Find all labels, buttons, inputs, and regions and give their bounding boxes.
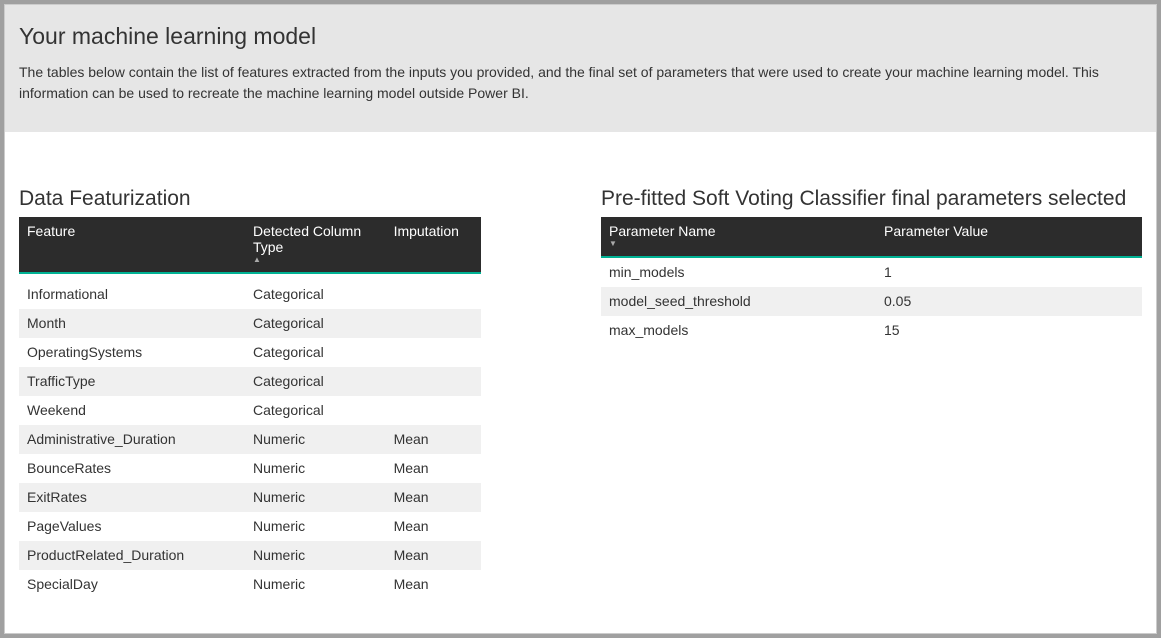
- table-row[interactable]: max_models15: [601, 316, 1142, 345]
- parameters-header-name[interactable]: Parameter Name ▼: [601, 217, 876, 257]
- cell-imputation: Mean: [386, 483, 481, 512]
- page-title: Your machine learning model: [19, 23, 1142, 50]
- cell-detected: Categorical: [245, 338, 386, 367]
- cell-parameter-value: 15: [876, 316, 1142, 345]
- table-row[interactable]: OperatingSystemsCategorical: [19, 338, 481, 367]
- cell-detected: Categorical: [245, 396, 386, 425]
- parameters-header-value[interactable]: Parameter Value: [876, 217, 1142, 257]
- page-description: The tables below contain the list of fea…: [19, 62, 1142, 104]
- cell-detected: Numeric: [245, 425, 386, 454]
- header-label: Feature: [27, 223, 75, 239]
- header-label: Detected Column Type: [253, 223, 361, 255]
- table-row[interactable]: Administrative_DurationNumericMean: [19, 425, 481, 454]
- cell-feature: ExitRates: [19, 483, 245, 512]
- featurization-title: Data Featurization: [19, 187, 481, 211]
- cell-parameter-value: 0.05: [876, 287, 1142, 316]
- cell-feature: Administrative_Duration: [19, 425, 245, 454]
- cell-feature: OperatingSystems: [19, 338, 245, 367]
- cell-detected: Numeric: [245, 512, 386, 541]
- cell-detected: Numeric: [245, 570, 386, 599]
- cell-imputation: Mean: [386, 454, 481, 483]
- cell-imputation: [386, 309, 481, 338]
- header-label: Parameter Value: [884, 223, 988, 239]
- table-row[interactable]: PageValuesNumericMean: [19, 512, 481, 541]
- cell-imputation: [386, 367, 481, 396]
- content-area: Data Featurization Feature Detected Colu…: [5, 132, 1156, 613]
- table-row[interactable]: min_models1: [601, 257, 1142, 287]
- cell-detected: Numeric: [245, 483, 386, 512]
- parameters-title: Pre-fitted Soft Voting Classifier final …: [601, 187, 1142, 211]
- cell-parameter-name: min_models: [601, 257, 876, 287]
- featurization-table[interactable]: Feature Detected Column Type ▲ Imputatio…: [19, 217, 481, 599]
- cell-feature: Month: [19, 309, 245, 338]
- cell-feature: TrafficType: [19, 367, 245, 396]
- table-row[interactable]: InformationalCategorical: [19, 273, 481, 309]
- featurization-header-imputation[interactable]: Imputation: [386, 217, 481, 273]
- report-window: Your machine learning model The tables b…: [4, 4, 1157, 634]
- cell-detected: Numeric: [245, 454, 386, 483]
- table-row[interactable]: WeekendCategorical: [19, 396, 481, 425]
- cell-imputation: Mean: [386, 425, 481, 454]
- cell-feature: BounceRates: [19, 454, 245, 483]
- table-row[interactable]: ExitRatesNumericMean: [19, 483, 481, 512]
- cell-parameter-value: 1: [876, 257, 1142, 287]
- cell-imputation: Mean: [386, 512, 481, 541]
- cell-detected: Categorical: [245, 273, 386, 309]
- featurization-section: Data Featurization Feature Detected Colu…: [19, 187, 481, 599]
- table-row[interactable]: model_seed_threshold0.05: [601, 287, 1142, 316]
- featurization-header-feature[interactable]: Feature: [19, 217, 245, 273]
- cell-imputation: Mean: [386, 570, 481, 599]
- cell-feature: Weekend: [19, 396, 245, 425]
- cell-imputation: [386, 273, 481, 309]
- table-row[interactable]: TrafficTypeCategorical: [19, 367, 481, 396]
- cell-detected: Numeric: [245, 541, 386, 570]
- cell-imputation: [386, 396, 481, 425]
- header-label: Parameter Name: [609, 223, 716, 239]
- cell-feature: PageValues: [19, 512, 245, 541]
- header-section: Your machine learning model The tables b…: [5, 5, 1156, 132]
- table-row[interactable]: ProductRelated_DurationNumericMean: [19, 541, 481, 570]
- cell-feature: ProductRelated_Duration: [19, 541, 245, 570]
- cell-feature: SpecialDay: [19, 570, 245, 599]
- cell-parameter-name: max_models: [601, 316, 876, 345]
- sort-desc-icon: ▼: [609, 240, 868, 248]
- cell-imputation: [386, 338, 481, 367]
- cell-imputation: Mean: [386, 541, 481, 570]
- featurization-header-detected[interactable]: Detected Column Type ▲: [245, 217, 386, 273]
- cell-parameter-name: model_seed_threshold: [601, 287, 876, 316]
- parameters-section: Pre-fitted Soft Voting Classifier final …: [601, 187, 1142, 599]
- header-label: Imputation: [394, 223, 459, 239]
- table-row[interactable]: SpecialDayNumericMean: [19, 570, 481, 599]
- cell-detected: Categorical: [245, 367, 386, 396]
- parameters-table[interactable]: Parameter Name ▼ Parameter Value min_mod…: [601, 217, 1142, 345]
- table-row[interactable]: BounceRatesNumericMean: [19, 454, 481, 483]
- table-row[interactable]: MonthCategorical: [19, 309, 481, 338]
- sort-asc-icon: ▲: [253, 256, 378, 264]
- cell-feature: Informational: [19, 273, 245, 309]
- cell-detected: Categorical: [245, 309, 386, 338]
